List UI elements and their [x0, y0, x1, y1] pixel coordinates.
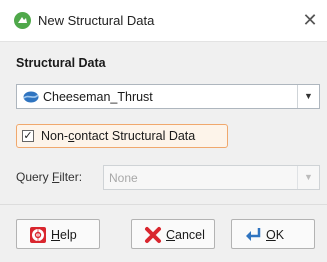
title-bar: New Structural Data ✕: [0, 0, 327, 42]
ok-button[interactable]: OK: [231, 219, 315, 249]
cancel-x-icon: [145, 227, 161, 243]
ok-arrow-icon: [246, 228, 261, 241]
query-filter-select: None ▼: [103, 165, 320, 190]
query-filter-value: None: [109, 171, 138, 185]
chevron-down-icon: ▼: [297, 166, 319, 189]
footer-divider: [0, 204, 327, 205]
chevron-down-icon[interactable]: ▼: [297, 85, 319, 108]
close-button[interactable]: ✕: [299, 9, 321, 31]
lifebuoy-icon: [30, 227, 46, 243]
structural-data-select[interactable]: Cheeseman_Thrust ▼: [16, 84, 320, 109]
query-filter-label: Query Filter:: [16, 170, 83, 184]
help-button-label: Help: [51, 228, 77, 242]
noncontact-label: Non-contact Structural Data: [41, 129, 196, 143]
noncontact-checkbox-row[interactable]: ✓ Non-contact Structural Data: [16, 124, 228, 148]
app-logo-icon: [14, 12, 31, 29]
noncontact-checkbox[interactable]: ✓: [22, 130, 34, 142]
ok-button-label: OK: [266, 228, 285, 242]
cancel-button-label: Cancel: [166, 228, 205, 242]
close-icon: ✕: [302, 10, 318, 30]
structural-data-icon: [23, 91, 39, 103]
window-title: New Structural Data: [38, 13, 155, 28]
section-title: Structural Data: [16, 56, 106, 70]
cancel-button[interactable]: Cancel: [131, 219, 215, 249]
help-button[interactable]: Help: [16, 219, 100, 249]
structural-data-value: Cheeseman_Thrust: [43, 90, 153, 104]
